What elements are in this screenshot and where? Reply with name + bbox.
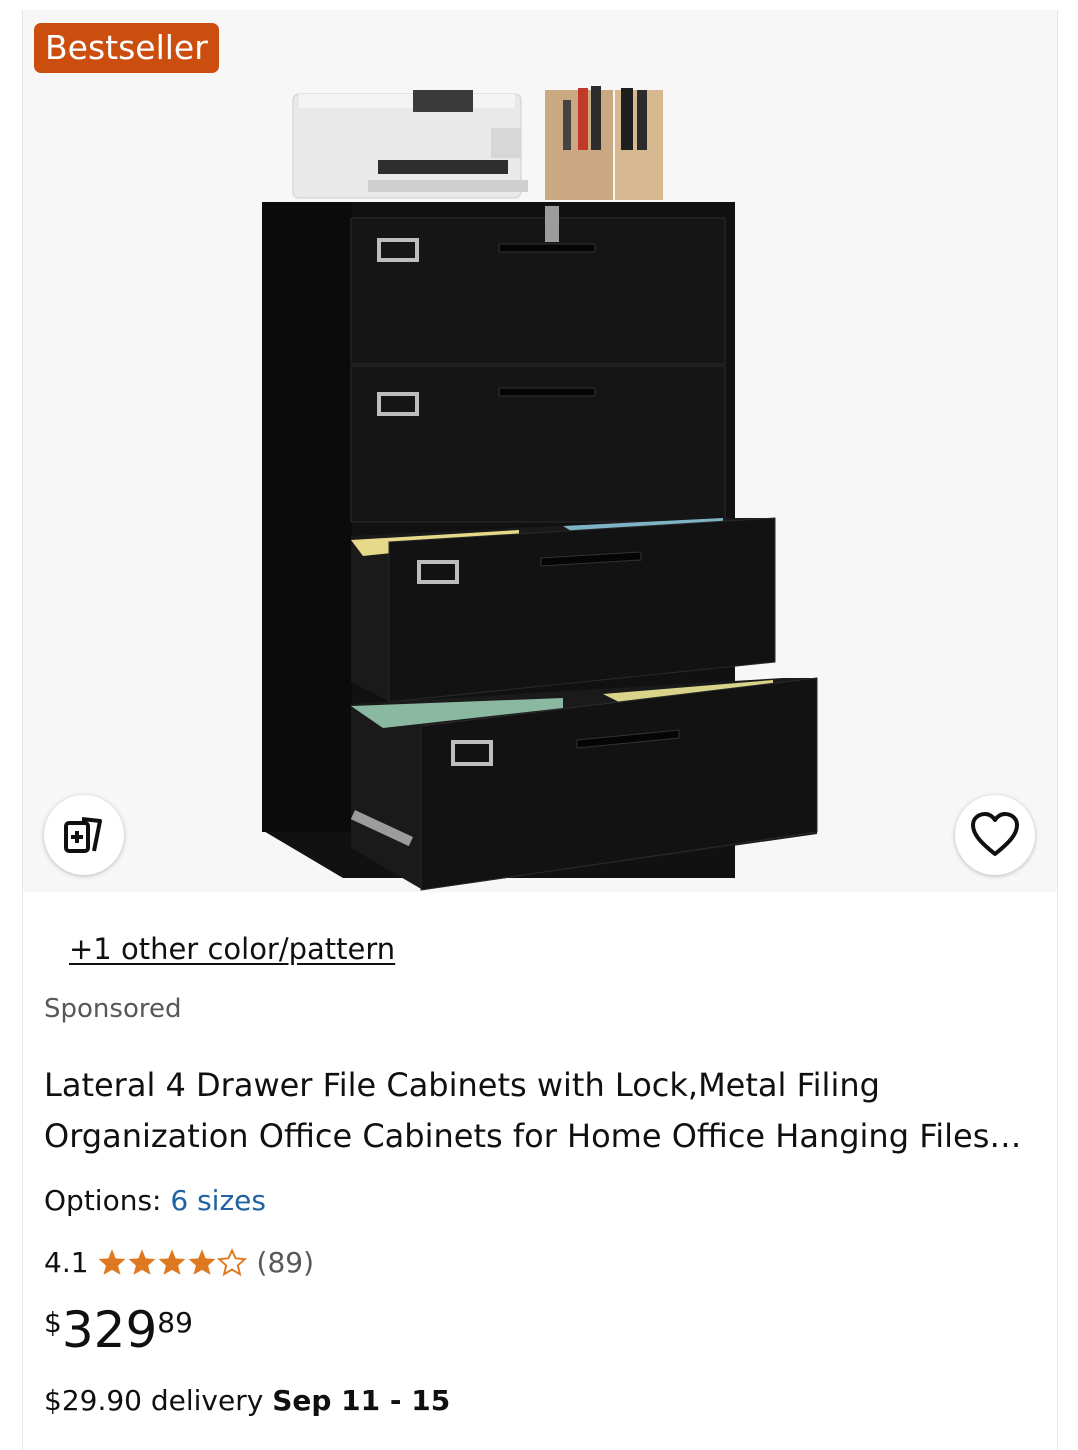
star-full-icon — [98, 1249, 125, 1275]
compare-add-icon — [64, 817, 102, 853]
price: $32989 — [44, 1300, 193, 1360]
wishlist-button[interactable] — [955, 795, 1035, 875]
rating-stars — [97, 1248, 247, 1276]
printer-illustration — [292, 90, 528, 199]
magazine-holder-illustration — [545, 86, 663, 200]
compare-button[interactable] — [44, 795, 124, 875]
heart-icon — [971, 812, 1019, 856]
star-full-icon — [128, 1249, 155, 1275]
price-fraction: 89 — [157, 1306, 193, 1339]
product-image-area[interactable]: Bestseller — [23, 10, 1057, 892]
delivery-date: Sep 11 - 15 — [272, 1384, 451, 1417]
price-whole: 329 — [61, 1301, 158, 1359]
color-swatch-link[interactable]: +1 other color/pattern — [69, 932, 395, 966]
price-symbol: $ — [44, 1306, 62, 1339]
product-title[interactable]: Lateral 4 Drawer File Cabinets with Lock… — [44, 1060, 1034, 1162]
rating-row[interactable]: 4.1 (89) — [44, 1242, 314, 1282]
rating-value: 4.1 — [44, 1245, 89, 1279]
bestseller-badge: Bestseller — [34, 23, 219, 73]
delivery-info: $29.90 delivery Sep 11 - 15 — [44, 1384, 450, 1417]
product-image[interactable] — [23, 10, 1057, 892]
review-count[interactable]: (89) — [257, 1246, 314, 1279]
options-label: Options: — [44, 1184, 162, 1217]
options-row: Options: 6 sizes — [44, 1184, 266, 1217]
star-full-icon — [158, 1249, 185, 1275]
star-full-icon — [188, 1249, 215, 1275]
sponsored-label: Sponsored — [44, 994, 182, 1024]
options-sizes-link[interactable]: 6 sizes — [170, 1184, 266, 1217]
star-empty-icon — [216, 1248, 247, 1276]
delivery-fee: $29.90 delivery — [44, 1384, 264, 1417]
cabinet-illustration — [262, 202, 818, 891]
product-card[interactable]: Bestseller +1 other color/pattern Sponso… — [22, 10, 1058, 1450]
